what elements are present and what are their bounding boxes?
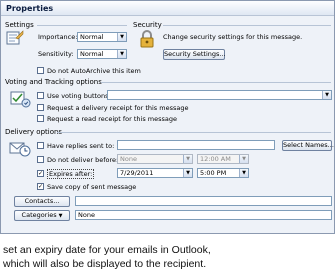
settings-divider	[37, 25, 127, 26]
voting-section-label: Voting and Tracking options	[5, 78, 102, 86]
do-not-deliver-label: Do not deliver before:	[47, 156, 119, 164]
chevron-down-icon: ▼	[322, 91, 331, 99]
chevron-down-icon: ▼	[183, 155, 192, 163]
categories-button-label: Categories	[21, 211, 57, 219]
dialog-title: Properties	[6, 4, 54, 13]
contacts-field[interactable]	[75, 196, 332, 206]
voting-divider	[101, 82, 331, 83]
chevron-down-icon: ▼	[117, 33, 126, 41]
delivery-receipt-checkbox[interactable]	[37, 104, 44, 111]
chevron-down-icon: ▼	[183, 169, 192, 177]
read-receipt-checkbox[interactable]	[37, 115, 44, 122]
importance-dropdown[interactable]: Normal ▼	[77, 32, 127, 42]
chevron-down-icon: ▼	[58, 213, 63, 219]
message-settings-icon	[6, 30, 24, 45]
expires-after-checkbox[interactable]: ✓	[37, 170, 44, 177]
have-replies-label: Have replies sent to:	[47, 142, 115, 150]
do-not-deliver-time-value: 12:00 AM	[200, 155, 231, 163]
caption-line-2: which will also be displayed to the reci…	[3, 258, 207, 270]
expires-after-label: Expires after:	[47, 169, 95, 179]
read-receipt-label: Request a read receipt for this message	[47, 115, 178, 123]
sensitivity-dropdown[interactable]: Normal ▼	[77, 49, 127, 59]
do-not-deliver-checkbox[interactable]	[37, 156, 44, 163]
no-autoarchive-label: Do not AutoArchive this item	[47, 67, 141, 75]
chevron-down-icon: ▼	[117, 50, 126, 58]
expires-time-dropdown[interactable]: 5:00 PM ▼	[197, 168, 249, 178]
chevron-down-icon: ▼	[239, 155, 248, 163]
sensitivity-label: Sensitivity:	[38, 50, 74, 58]
checkmark-icon: ✓	[38, 183, 44, 190]
chevron-down-icon: ▼	[239, 169, 248, 177]
expires-date-value: 7/29/2011	[120, 169, 154, 177]
categories-field[interactable]: None	[75, 210, 332, 220]
delivery-receipt-label: Request a delivery receipt for this mess…	[47, 104, 189, 112]
settings-section-label: Settings	[5, 21, 34, 29]
voting-buttons-dropdown[interactable]: ▼	[107, 90, 332, 100]
properties-dialog: Properties Settings Importance: Normal ▼…	[0, 0, 335, 234]
security-section-label: Security	[133, 21, 162, 29]
use-voting-label: Use voting buttons:	[47, 92, 111, 100]
caption: set an expiry date for your emails in Ou…	[3, 243, 333, 271]
contacts-button[interactable]: Contacts...	[14, 196, 70, 207]
security-divider	[163, 25, 331, 26]
sensitivity-value: Normal	[80, 50, 104, 58]
voting-tracking-icon	[10, 91, 31, 108]
delivery-options-icon	[9, 142, 31, 157]
delivery-section-label: Delivery options	[5, 128, 63, 136]
importance-value: Normal	[80, 33, 104, 41]
expires-date-dropdown[interactable]: 7/29/2011 ▼	[117, 168, 193, 178]
security-settings-button[interactable]: Security Settings...	[163, 49, 226, 60]
delivery-divider	[57, 132, 331, 133]
categories-button[interactable]: Categories ▼	[14, 210, 70, 221]
have-replies-checkbox[interactable]	[37, 142, 44, 149]
do-not-deliver-date-value: None	[120, 155, 137, 163]
lock-icon	[140, 30, 154, 48]
use-voting-checkbox[interactable]	[37, 92, 44, 99]
caption-line-1: set an expiry date for your emails in Ou…	[3, 244, 211, 256]
importance-label: Importance:	[38, 33, 78, 41]
security-description: Change security settings for this messag…	[163, 33, 303, 41]
checkmark-icon: ✓	[38, 170, 44, 177]
save-copy-checkbox[interactable]: ✓	[37, 183, 44, 190]
no-autoarchive-checkbox[interactable]	[37, 67, 44, 74]
expires-time-value: 5:00 PM	[200, 169, 227, 177]
select-names-button[interactable]: Select Names...	[282, 140, 334, 151]
title-bar: Properties	[1, 1, 334, 16]
do-not-deliver-date-dropdown[interactable]: None ▼	[117, 154, 193, 164]
replies-to-field[interactable]	[117, 140, 275, 150]
save-copy-label: Save copy of sent message	[47, 183, 137, 191]
do-not-deliver-time-dropdown[interactable]: 12:00 AM ▼	[197, 154, 249, 164]
